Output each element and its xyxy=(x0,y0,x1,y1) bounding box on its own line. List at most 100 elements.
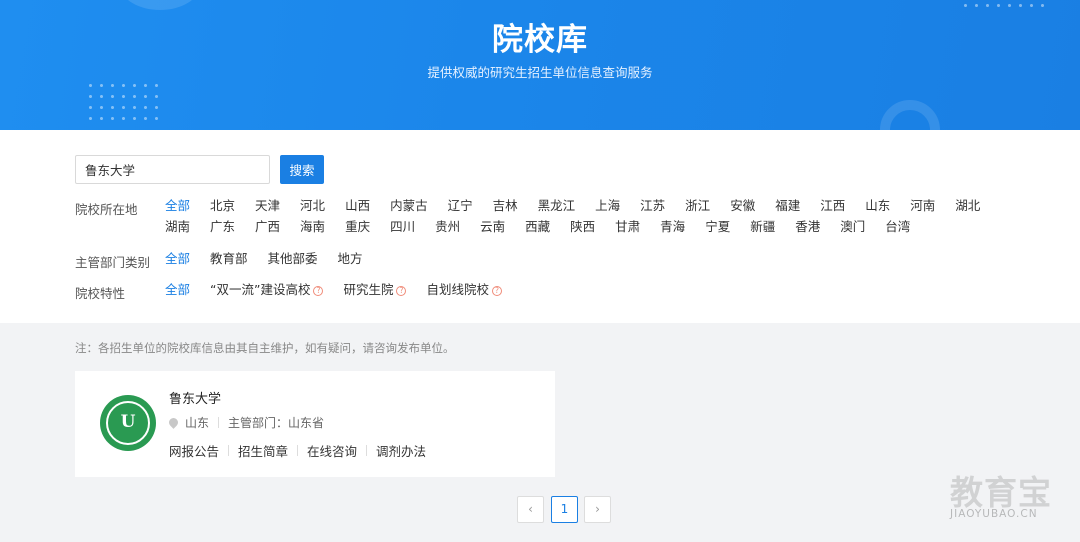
location-option-label: 四川 xyxy=(390,219,416,234)
feature-filter-label: 院校特性 xyxy=(75,286,126,301)
location-option-label: 内蒙古 xyxy=(390,198,428,213)
location-option[interactable]: 安徽 xyxy=(730,195,755,216)
help-icon[interactable]: ? xyxy=(492,286,502,296)
location-option[interactable]: 新疆 xyxy=(750,216,775,237)
features-option-label: “双一流”建设高校 xyxy=(210,282,311,297)
location-option[interactable]: 吉林 xyxy=(493,195,518,216)
features-option[interactable]: “双一流”建设高校? xyxy=(210,279,324,300)
decorative-ring xyxy=(880,100,940,130)
location-option-label: 湖北 xyxy=(955,198,981,213)
location-option[interactable]: 山西 xyxy=(345,195,370,216)
department-option[interactable]: 教育部 xyxy=(210,248,248,269)
location-option[interactable]: 北京 xyxy=(210,195,235,216)
location-option[interactable]: 江西 xyxy=(820,195,845,216)
location-option[interactable]: 香港 xyxy=(795,216,820,237)
location-option-label: 海南 xyxy=(300,219,326,234)
features-option-label: 自划线院校 xyxy=(426,282,489,297)
location-option[interactable]: 黑龙江 xyxy=(538,195,576,216)
location-option-label: 吉林 xyxy=(492,198,518,213)
location-option[interactable]: 云南 xyxy=(480,216,505,237)
school-logo[interactable]: U xyxy=(100,395,156,451)
location-option[interactable]: 内蒙古 xyxy=(390,195,428,216)
location-option[interactable]: 河南 xyxy=(910,195,935,216)
search-button[interactable]: 搜索 xyxy=(280,155,324,184)
school-card: U 鲁东大学 山东 主管部门：山东省 网报公告 招生简章 在线咨询 调剂办法 xyxy=(75,371,555,477)
map-pin-icon xyxy=(167,416,180,429)
divider xyxy=(218,417,220,428)
location-option-label: 宁夏 xyxy=(705,219,731,234)
department-option-label: 其他部委 xyxy=(267,251,318,266)
location-option[interactable]: 江苏 xyxy=(640,195,665,216)
location-option[interactable]: 青海 xyxy=(660,216,685,237)
watermark-logo: 教育宝 xyxy=(950,473,1052,512)
school-link[interactable]: 网报公告 xyxy=(169,441,219,460)
features-option[interactable]: 自划线院校? xyxy=(426,279,502,300)
location-option-label: 陕西 xyxy=(570,219,596,234)
location-filter-options: 全部 北京 天津 河北 山西 内蒙古 辽宁 吉林 黑龙江 上海 江苏 浙江 安徽 福建 江西 山东 河南 湖北湖南… xyxy=(165,195,1015,237)
search-input[interactable] xyxy=(75,155,270,184)
location-option[interactable]: 上海 xyxy=(595,195,620,216)
location-option[interactable]: 西藏 xyxy=(525,216,550,237)
location-option-label: 河南 xyxy=(910,198,936,213)
location-option-label: 上海 xyxy=(595,198,621,213)
location-option-label: 甘肃 xyxy=(615,219,641,234)
location-option[interactable]: 澳门 xyxy=(840,216,865,237)
page-subtitle: 提供权威的研究生招生单位信息查询服务 xyxy=(427,65,653,80)
location-option[interactable]: 天津 xyxy=(255,195,280,216)
location-option[interactable]: 甘肃 xyxy=(615,216,640,237)
location-option[interactable]: 湖南 xyxy=(165,216,190,237)
department-option[interactable]: 全部 xyxy=(165,248,190,269)
school-link[interactable]: 招生简章 xyxy=(238,441,288,460)
location-option[interactable]: 辽宁 xyxy=(448,195,473,216)
location-option-label: 青海 xyxy=(660,219,686,234)
location-option[interactable]: 四川 xyxy=(390,216,415,237)
location-option[interactable]: 海南 xyxy=(300,216,325,237)
school-meta: 山东 主管部门：山东省 xyxy=(167,414,324,431)
location-option[interactable]: 福建 xyxy=(775,195,800,216)
page-banner: 院校库 提供权威的研究生招生单位信息查询服务 xyxy=(0,0,1080,130)
department-option[interactable]: 其他部委 xyxy=(268,248,318,269)
location-option-label: 重庆 xyxy=(345,219,371,234)
help-icon[interactable]: ? xyxy=(313,286,324,296)
location-option-label: 新疆 xyxy=(750,219,776,234)
location-option[interactable]: 广西 xyxy=(255,216,280,237)
page-1-button[interactable]: 1 xyxy=(551,496,578,523)
location-option[interactable]: 山东 xyxy=(865,195,890,216)
help-icon[interactable]: ? xyxy=(396,286,407,296)
divider xyxy=(297,445,299,456)
location-option-label: 山东 xyxy=(865,198,891,213)
location-option-label: 澳门 xyxy=(840,219,866,234)
location-option[interactable]: 重庆 xyxy=(345,216,370,237)
location-option[interactable]: 全部 xyxy=(165,195,190,216)
location-option-label: 全部 xyxy=(165,198,191,213)
location-option-label: 天津 xyxy=(255,198,281,213)
location-option[interactable]: 广东 xyxy=(210,216,235,237)
location-option-label: 台湾 xyxy=(885,219,911,234)
location-option-label: 河北 xyxy=(300,198,326,213)
features-option[interactable]: 全部 xyxy=(165,279,190,300)
location-option[interactable]: 浙江 xyxy=(685,195,710,216)
school-province: 山东 xyxy=(185,416,210,430)
logo-mark: U xyxy=(120,412,136,432)
location-option[interactable]: 贵州 xyxy=(435,216,460,237)
location-filter-label: 院校所在地 xyxy=(75,202,138,217)
school-link[interactable]: 调剂办法 xyxy=(376,441,426,460)
filter-panel: 搜索 院校所在地 全部 北京 天津 河北 山西 内蒙古 辽宁 吉林 黑龙江 上海 江苏 浙江 安徽 福建 江… xyxy=(0,130,1080,323)
school-link[interactable]: 在线咨询 xyxy=(307,441,357,460)
department-filter-label: 主管部门类别 xyxy=(75,255,151,270)
next-page-button[interactable]: › xyxy=(584,496,611,523)
location-option-label: 江西 xyxy=(820,198,846,213)
location-option[interactable]: 河北 xyxy=(300,195,325,216)
location-option[interactable]: 台湾 xyxy=(885,216,910,237)
location-option[interactable]: 陕西 xyxy=(570,216,595,237)
location-option[interactable]: 湖北 xyxy=(955,195,980,216)
school-name[interactable]: 鲁东大学 xyxy=(169,388,221,407)
features-option[interactable]: 研究生院? xyxy=(343,279,407,300)
location-option-label: 北京 xyxy=(210,198,236,213)
decorative-dots xyxy=(960,0,1050,14)
location-option-label: 黑龙江 xyxy=(537,198,576,213)
school-links: 网报公告 招生简章 在线咨询 调剂办法 xyxy=(169,441,426,460)
department-option[interactable]: 地方 xyxy=(338,248,363,269)
prev-page-button[interactable]: ‹ xyxy=(517,496,544,523)
location-option[interactable]: 宁夏 xyxy=(705,216,730,237)
